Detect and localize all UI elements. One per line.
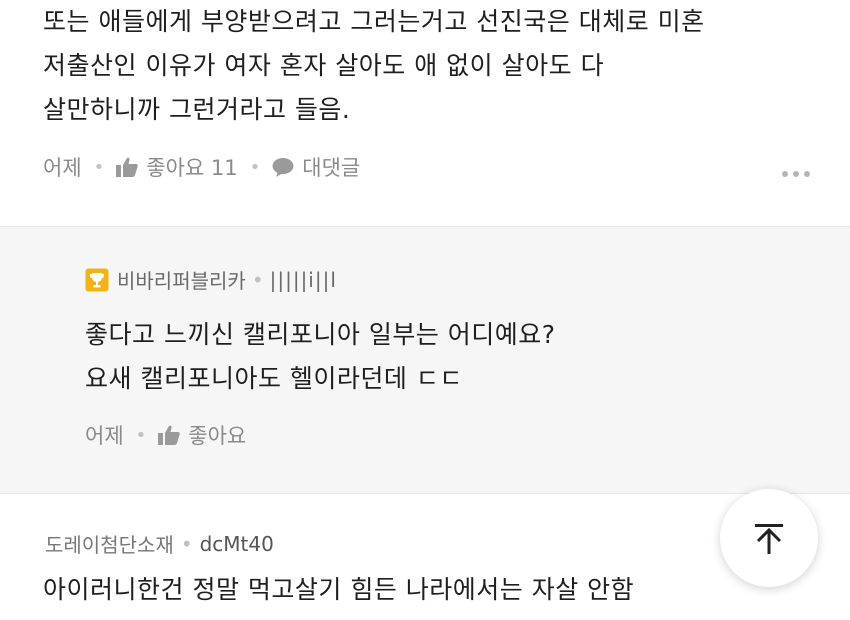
like-button[interactable]: 좋아요 [158,420,246,450]
arrow-up-to-top-icon [751,520,787,556]
scroll-top-button[interactable] [720,489,818,587]
like-button[interactable]: 좋아요 11 [116,152,238,182]
speech-bubble-icon [272,157,294,177]
reply-time: 어제 [85,424,124,448]
reply-line-2: 요새 캘리포니아도 헬이라던데 ㄷㄷ [85,364,463,393]
comment-time: 어제 [43,156,82,180]
thumbs-up-icon [116,157,138,177]
reply-author-name[interactable]: 비바리퍼블리카 [117,265,246,294]
reply-author-row: 비바리퍼블리카 • |||||i||l [85,265,337,294]
like-label: 좋아요 [188,424,247,448]
comment-user-id: dcMt40 [199,531,274,556]
reply-meta: 어제 • 좋아요 [85,420,246,450]
dot [804,171,810,177]
reply-body: 좋다고 느끼신 캘리포니아 일부는 어디예요? 요새 캘리포니아도 헬이라던데 … [85,313,556,401]
meta-separator: • [249,156,261,178]
trophy-icon [85,268,109,292]
thumbs-up-icon [158,425,180,445]
reply-line-1: 좋다고 느끼신 캘리포니아 일부는 어디예요? [85,320,556,349]
more-dots-icon[interactable] [782,171,810,177]
dot [782,171,788,177]
comment-author-name[interactable]: 도레이첨단소재 [45,529,174,558]
comment-body: 아이러니한건 정말 먹고살기 힘든 나라에서는 자살 안함 [43,575,635,604]
comment-line-2: 저출산인 이유가 여자 혼자 살아도 애 없이 살아도 다 [43,51,605,80]
comment-line-3: 살만하니까 그런거라고 들음. [43,95,351,124]
meta-separator: • [93,156,105,178]
reply-item: 비바리퍼블리카 • |||||i||l 좋다고 느끼신 캘리포니아 일부는 어디… [0,226,850,494]
comment-meta: 어제 • 좋아요 11 • 대댓글 [43,152,360,182]
meta-separator: • [251,267,264,292]
like-label: 좋아요 11 [146,156,238,180]
comment-line-1: 또는 애들에게 부양받으려고 그러는거고 선진국은 대체로 미혼 [43,7,705,36]
meta-separator: • [180,531,193,556]
reply-button[interactable]: 대댓글 [272,152,360,182]
dot [793,171,799,177]
meta-separator: • [135,424,147,446]
reply-user-id: |||||i||l [269,267,337,292]
comment-item: 또는 애들에게 부양받으려고 그러는거고 선진국은 대체로 미혼 저출산인 이유… [0,0,850,226]
comment-author-row: 도레이첨단소재 • dcMt40 [45,529,274,558]
reply-label: 대댓글 [302,156,361,180]
